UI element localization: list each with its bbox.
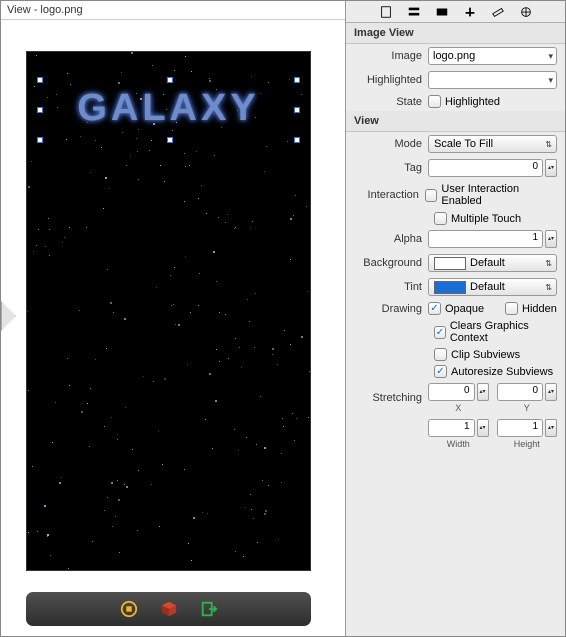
tint-value: Default xyxy=(470,281,505,293)
highlighted-label: Highlighted xyxy=(354,74,428,86)
stretch-y-field[interactable]: 0 xyxy=(497,383,544,401)
stretch-w-label: Width xyxy=(447,439,470,449)
inspector-panel: Image View Image logo.png Highlighted St… xyxy=(346,1,565,636)
multipletouch-cb-label: Multiple Touch xyxy=(451,213,521,225)
stretch-w-field[interactable]: 1 xyxy=(428,419,475,437)
mode-label: Mode xyxy=(354,138,428,150)
background-colorwell[interactable] xyxy=(434,257,466,270)
mode-value: Scale To Fill xyxy=(434,138,493,150)
stretch-x-label: X xyxy=(455,403,461,413)
multipletouch-checkbox[interactable] xyxy=(434,212,447,225)
interaction-label: Interaction xyxy=(354,189,425,201)
image-value: logo.png xyxy=(433,50,475,62)
autoresize-cb-label: Autoresize Subviews xyxy=(451,366,553,378)
background-label: Background xyxy=(354,257,428,269)
alpha-stepper[interactable]: ▴▾ xyxy=(545,230,557,248)
state-highlighted-checkbox[interactable] xyxy=(428,95,441,108)
galaxy-logo-text: GALAXY xyxy=(27,87,310,130)
stretching-label: Stretching xyxy=(354,392,428,404)
selection-handle[interactable] xyxy=(37,77,43,83)
clip-cb-label: Clip Subviews xyxy=(451,349,520,361)
selection-handle[interactable] xyxy=(167,137,173,143)
cgc-cb-label: Clears Graphics Context xyxy=(450,320,557,344)
selection-handle[interactable] xyxy=(294,137,300,143)
quickhelp-tab-icon[interactable] xyxy=(407,5,421,19)
highlighted-dropdown[interactable] xyxy=(428,71,557,89)
canvas-toolbar xyxy=(26,592,311,626)
device-frame[interactable]: // inline star generation placeholder do… xyxy=(26,51,311,571)
alpha-label: Alpha xyxy=(354,233,428,245)
stretch-x-stepper[interactable]: ▴▾ xyxy=(477,383,489,401)
tag-field[interactable]: 0 xyxy=(428,159,543,177)
connections-tab-icon[interactable] xyxy=(519,5,533,19)
canvas-area: View - logo.png // inline star generatio… xyxy=(1,1,346,636)
opaque-checkbox[interactable] xyxy=(428,302,441,315)
drawing-label: Drawing xyxy=(354,303,428,315)
selection-handle[interactable] xyxy=(37,137,43,143)
tint-popup[interactable]: Default xyxy=(428,278,557,296)
imageview-section-header: Image View xyxy=(346,23,565,44)
tag-label: Tag xyxy=(354,162,428,174)
stretch-x-field[interactable]: 0 xyxy=(428,383,475,401)
stretch-h-stepper[interactable]: ▴▾ xyxy=(545,419,557,437)
stop-icon[interactable] xyxy=(120,600,138,618)
mode-popup[interactable]: Scale To Fill xyxy=(428,135,557,153)
background-popup[interactable]: Default xyxy=(428,254,557,272)
opaque-cb-label: Opaque xyxy=(445,303,505,315)
stretch-w-stepper[interactable]: ▴▾ xyxy=(477,419,489,437)
attributes-tab-icon[interactable] xyxy=(463,5,477,19)
selection-handle[interactable] xyxy=(167,77,173,83)
view-section-header: View xyxy=(346,111,565,132)
cube-icon[interactable] xyxy=(160,600,178,618)
inspector-tabbar xyxy=(346,1,565,23)
edge-expand-tab[interactable] xyxy=(1,301,16,331)
tint-colorwell[interactable] xyxy=(434,281,466,294)
autoresize-checkbox[interactable] xyxy=(434,365,447,378)
file-tab-icon[interactable] xyxy=(379,5,393,19)
uie-cb-label: User Interaction Enabled xyxy=(441,183,557,207)
uie-checkbox[interactable] xyxy=(425,189,438,202)
tint-label: Tint xyxy=(354,281,428,293)
state-label: State xyxy=(354,96,428,108)
state-highlighted-cb-label: Highlighted xyxy=(445,96,500,108)
background-value: Default xyxy=(470,257,505,269)
alpha-field[interactable]: 1 xyxy=(428,230,543,248)
cgc-checkbox[interactable] xyxy=(434,326,446,339)
hidden-cb-label: Hidden xyxy=(522,303,557,315)
identity-tab-icon[interactable] xyxy=(435,5,449,19)
stretch-y-label: Y xyxy=(524,403,530,413)
image-dropdown[interactable]: logo.png xyxy=(428,47,557,65)
stretch-y-stepper[interactable]: ▴▾ xyxy=(545,383,557,401)
image-label: Image xyxy=(354,50,428,62)
stretch-h-label: Height xyxy=(514,439,540,449)
selection-handle[interactable] xyxy=(294,77,300,83)
clip-checkbox[interactable] xyxy=(434,348,447,361)
size-tab-icon[interactable] xyxy=(491,5,505,19)
selection-handle[interactable] xyxy=(37,107,43,113)
hidden-checkbox[interactable] xyxy=(505,302,518,315)
exit-icon[interactable] xyxy=(200,600,218,618)
tag-stepper[interactable]: ▴▾ xyxy=(545,159,557,177)
stretch-h-field[interactable]: 1 xyxy=(497,419,544,437)
selection-handle[interactable] xyxy=(294,107,300,113)
canvas-title: View - logo.png xyxy=(1,1,345,20)
